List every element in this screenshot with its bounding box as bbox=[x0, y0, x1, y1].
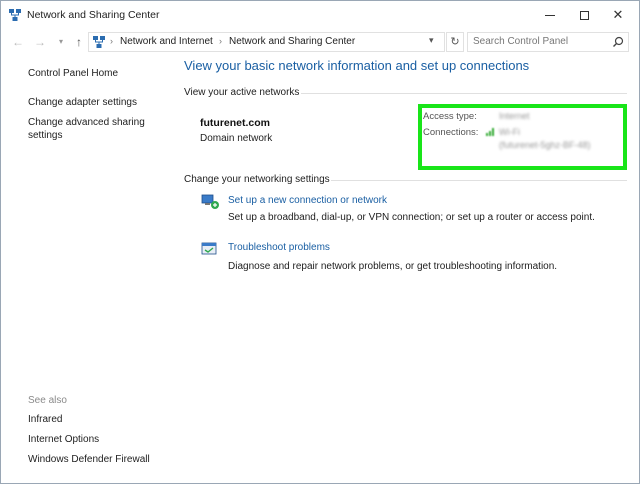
see-also-windows-defender-firewall[interactable]: Windows Defender Firewall bbox=[28, 454, 150, 465]
window: Network and Sharing Center ✕ ← → ▾ ↑ › N… bbox=[0, 0, 640, 484]
breadcrumb-separator-icon[interactable]: › bbox=[110, 36, 113, 46]
access-type-value: Internet bbox=[499, 111, 530, 121]
close-button[interactable]: ✕ bbox=[601, 1, 635, 29]
connection-ssid[interactable]: (futurenet-5ghz-BF-48) bbox=[499, 140, 591, 150]
see-also-infrared[interactable]: Infrared bbox=[28, 414, 62, 425]
breadcrumb-network-and-sharing-center[interactable]: Network and Sharing Center bbox=[229, 36, 355, 47]
connections-label: Connections: bbox=[423, 127, 479, 138]
forward-button[interactable]: → bbox=[32, 34, 48, 50]
refresh-button[interactable]: ↻ bbox=[446, 32, 464, 52]
access-type-label: Access type: bbox=[423, 111, 477, 122]
navigation-bar: ← → ▾ ↑ › Network and Internet › Network… bbox=[1, 30, 639, 54]
sidebar-item-control-panel-home[interactable]: Control Panel Home bbox=[28, 68, 118, 79]
address-bar[interactable]: › Network and Internet › Network and Sha… bbox=[88, 32, 445, 52]
minimize-button[interactable] bbox=[533, 1, 567, 29]
see-also-heading: See also bbox=[28, 395, 67, 406]
sidebar-item-change-adapter-settings[interactable]: Change adapter settings bbox=[28, 97, 137, 108]
up-button[interactable]: ↑ bbox=[71, 34, 87, 50]
connection-link[interactable]: Wi-Fi bbox=[499, 127, 520, 137]
wifi-signal-icon bbox=[486, 128, 494, 136]
maximize-icon bbox=[579, 10, 589, 20]
see-also-internet-options[interactable]: Internet Options bbox=[28, 434, 99, 445]
change-settings-heading: Change your networking settings bbox=[184, 174, 330, 185]
page-title: View your basic network information and … bbox=[184, 58, 530, 73]
search-placeholder: Search Control Panel bbox=[473, 36, 569, 47]
divider bbox=[301, 93, 627, 94]
maximize-button[interactable] bbox=[567, 1, 601, 29]
troubleshoot-icon bbox=[201, 242, 217, 255]
sidebar-item-change-advanced-sharing-settings[interactable]: settings bbox=[28, 130, 62, 141]
setup-connection-link[interactable]: Set up a new connection or network bbox=[228, 195, 387, 206]
network-center-icon bbox=[9, 9, 21, 21]
active-networks-heading: View your active networks bbox=[184, 87, 300, 98]
sidebar-item-change-advanced-sharing[interactable]: Change advanced sharing bbox=[28, 117, 145, 128]
troubleshoot-description: Diagnose and repair network problems, or… bbox=[228, 261, 558, 272]
breadcrumb-network-and-internet[interactable]: Network and Internet bbox=[120, 36, 213, 47]
search-icon bbox=[613, 36, 624, 47]
setup-connection-description: Set up a broadband, dial-up, or VPN conn… bbox=[228, 212, 595, 223]
title-bar: Network and Sharing Center ✕ bbox=[1, 1, 639, 29]
troubleshoot-link[interactable]: Troubleshoot problems bbox=[228, 242, 330, 253]
new-connection-icon bbox=[201, 194, 219, 209]
recent-locations-chevron-icon[interactable]: ▾ bbox=[53, 34, 69, 50]
network-name: futurenet.com bbox=[200, 117, 271, 129]
window-title: Network and Sharing Center bbox=[27, 9, 160, 21]
address-dropdown-icon[interactable]: ▾ bbox=[429, 35, 434, 46]
divider bbox=[331, 180, 627, 181]
breadcrumb-separator-icon[interactable]: › bbox=[219, 36, 222, 46]
network-center-icon bbox=[93, 36, 105, 48]
back-button[interactable]: ← bbox=[10, 34, 26, 50]
search-input[interactable]: Search Control Panel bbox=[467, 32, 629, 52]
network-type[interactable]: Domain network bbox=[200, 133, 272, 144]
minimize-icon bbox=[545, 14, 555, 16]
close-icon: ✕ bbox=[612, 7, 624, 22]
